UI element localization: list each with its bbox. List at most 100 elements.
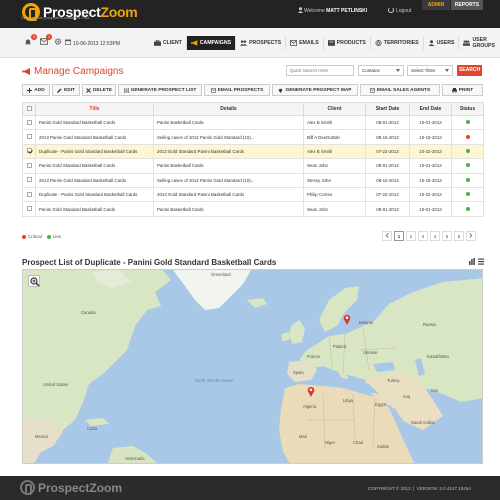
document-icon	[123, 87, 129, 93]
gear-icon[interactable]	[54, 38, 62, 45]
notification-badge: 2	[31, 34, 37, 40]
nav-item-territories[interactable]: TERRITORIES	[369, 36, 423, 50]
logo-text-right: Zoom	[100, 4, 138, 20]
page-button[interactable]: 5	[442, 231, 452, 241]
tab-reports[interactable]: REPORTS	[451, 0, 483, 10]
page-button[interactable]: 6	[454, 231, 464, 241]
nav-item-emails[interactable]: EMAILS	[285, 36, 323, 50]
generate-prospect-map-button[interactable]: GENERATE PROSPECT MAP	[272, 84, 358, 96]
page-button[interactable]: 4	[430, 231, 440, 241]
list-icon[interactable]	[478, 258, 484, 265]
map-label-kazakhstan: Kazakhstan	[427, 354, 449, 359]
table-row[interactable]: 2013 Panini Gold Standard Basketball Car…	[22, 172, 484, 188]
filter-operator-select[interactable]: Contains	[358, 65, 404, 76]
row-checkbox[interactable]	[26, 148, 32, 154]
chevron-down-icon	[445, 69, 449, 72]
map-pin-icon	[278, 88, 283, 93]
column-header-title[interactable]: Title	[35, 102, 154, 116]
filter-field-select[interactable]: Select Titles	[407, 65, 453, 76]
page-button[interactable]: 1	[394, 231, 404, 241]
column-header-client[interactable]: Client	[303, 102, 366, 116]
row-checkbox[interactable]	[26, 177, 32, 183]
map-marker-pin-icon[interactable]	[307, 386, 315, 397]
cell-details: Selling cases of 2012 Panini Gold Standa…	[153, 172, 304, 188]
nav-item-client[interactable]: CLIENT	[150, 36, 186, 50]
print-button[interactable]: PRINT	[442, 84, 483, 96]
add-button[interactable]: ADD	[22, 84, 50, 96]
row-checkbox[interactable]	[26, 134, 32, 140]
quick-search-input[interactable]	[286, 65, 354, 76]
bar-chart-icon[interactable]	[469, 258, 475, 265]
next-page-button[interactable]	[466, 231, 476, 241]
cell-client: Sean John	[303, 201, 366, 217]
pagination: 123456	[380, 231, 476, 241]
cell-title: Panini Gold Standard Basketball Cards	[35, 114, 154, 131]
nav-item-label: EMAILS	[299, 40, 319, 46]
chevron-down-icon	[396, 69, 400, 72]
search-button[interactable]: SEARCH	[457, 65, 482, 76]
delete-button[interactable]: DELETE	[82, 84, 116, 96]
map-label-greenland: Greenland	[211, 272, 231, 277]
megaphone-icon	[22, 68, 30, 75]
status-live-dot-icon	[465, 163, 470, 168]
column-header-end-date[interactable]: End Date	[409, 102, 452, 116]
column-header-status[interactable]: Status	[451, 102, 484, 116]
map-label-libya: Libya	[343, 398, 354, 403]
bell-icon[interactable]	[24, 38, 32, 45]
page-button[interactable]: 2	[406, 231, 416, 241]
nav-item-prospects[interactable]: PROSPECTS	[235, 36, 285, 50]
table-row[interactable]: Panini Gold Standard Basketball Cards Pan…	[22, 201, 484, 217]
row-checkbox[interactable]	[26, 162, 32, 168]
cell-start-date: 08-15-2013	[365, 129, 410, 145]
nav-item-campaigns[interactable]: CAMPAIGNS	[185, 36, 236, 50]
cell-details: Panini Basketball Cards	[153, 158, 304, 174]
prospect-map[interactable]: Greenland Canada United States Mexico Cu…	[22, 269, 483, 464]
map-label-iraq: Iraq	[403, 394, 411, 399]
map-label-usa: United States	[43, 382, 69, 387]
row-checkbox[interactable]	[26, 191, 32, 197]
map-label-saudi: Saudi Arabia	[411, 420, 435, 425]
cell-title: Panini Gold Standard Basketball Cards	[35, 201, 154, 217]
pencil-icon	[57, 88, 62, 93]
row-checkbox[interactable]	[26, 206, 32, 212]
cell-end-date: 10-01-2013	[409, 158, 452, 174]
edit-label: EDIT	[64, 87, 75, 93]
nav-item-products[interactable]: PRODUCTS	[322, 36, 370, 50]
version: VERSION: 2.0.4247.19254	[416, 486, 471, 491]
zoom-in-icon	[30, 277, 40, 287]
select-all-header[interactable]	[22, 102, 36, 116]
status-live-dot-icon	[465, 148, 470, 153]
table-row[interactable]: Panini Gold Standard Basketball Cards Pan…	[22, 158, 484, 174]
print-label: PRINT	[458, 87, 474, 93]
tab-admin[interactable]: ADMIN	[422, 0, 450, 10]
power-icon[interactable]	[388, 7, 394, 13]
calendar-icon	[65, 39, 71, 45]
welcome-text: Welcome MATT PETLINSKI	[304, 8, 367, 14]
delete-label: DELETE	[93, 87, 112, 93]
table-row[interactable]: Duplicate - Panini Gold Standard Basketb…	[22, 186, 484, 203]
table-row[interactable]: 2013 Panini Gold Standard Basketball Car…	[22, 129, 484, 145]
page-title-text: Manage Campaigns	[34, 66, 124, 77]
email-sales-agents-button[interactable]: EMAIL SALES AGENTS	[360, 84, 440, 96]
edit-button[interactable]: EDIT	[52, 84, 80, 96]
email-agents-label: EMAIL SALES AGENTS	[376, 87, 431, 93]
column-header-details[interactable]: Details	[153, 102, 304, 116]
generate-prospect-list-button[interactable]: GENERATE PROSPECT LIST	[118, 84, 202, 96]
table-row[interactable]: Panini Gold Standard Basketball Cards Pan…	[22, 114, 484, 131]
nav-item-user-groups[interactable]: USER GROUPS	[458, 36, 500, 50]
map-marker-pin-icon[interactable]	[343, 314, 351, 325]
nav-item-users[interactable]: USERS	[422, 36, 459, 50]
table-row[interactable]: Duplicate - Panini Gold Standard Basketb…	[22, 143, 484, 160]
email-prospects-button[interactable]: EMAIL PROSPECTS	[204, 84, 270, 96]
user-name[interactable]: MATT PETLINSKI	[326, 8, 367, 14]
page-button[interactable]: 3	[418, 231, 428, 241]
select-all-checkbox[interactable]	[26, 105, 32, 111]
user-icon	[428, 40, 435, 46]
footer: ProspectZoom COPYRIGHT © 2013 | VERSION:…	[0, 476, 500, 500]
zoom-button[interactable]	[28, 275, 40, 287]
previous-page-button[interactable]	[382, 231, 392, 241]
row-checkbox[interactable]	[26, 119, 32, 125]
logout-link[interactable]: Logout	[396, 8, 411, 14]
column-header-start-date[interactable]: Start Date	[365, 102, 410, 116]
campaign-table: Title Details Client Start Date End Date…	[22, 102, 484, 217]
